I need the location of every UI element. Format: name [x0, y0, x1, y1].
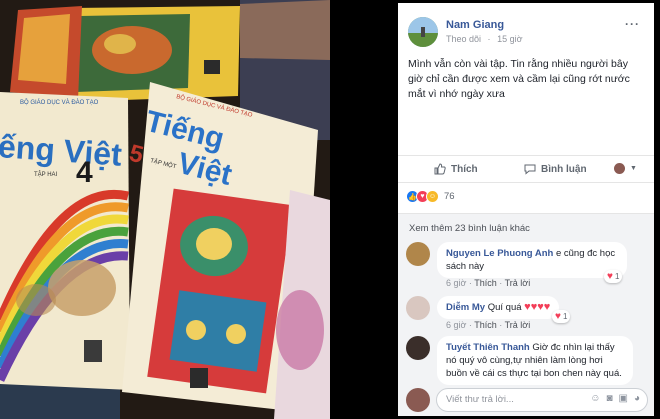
comment-item: Tuyết Thiên Thanh Giờ đc nhìn lại thấy n… — [406, 336, 646, 386]
commenter-avatar[interactable] — [406, 296, 430, 320]
comment-like-link[interactable]: Thích — [474, 320, 497, 330]
love-reaction-icon: ♥ — [555, 310, 561, 322]
comment-label: Bình luận — [541, 163, 587, 175]
post-time[interactable]: 15 giờ — [497, 34, 522, 44]
reaction-count: 76 — [444, 191, 455, 202]
more-options-icon[interactable]: ··· — [625, 17, 640, 31]
haha-reaction-icon: ☺ — [426, 190, 439, 203]
comment-bubble: Nguyen Le Phuong Anh e cũng đc học sách … — [437, 242, 627, 278]
author-name[interactable]: Nam Giang — [446, 19, 504, 31]
emoji-icon[interactable]: ☺ — [590, 393, 600, 404]
book4-publisher: BỘ GIÁO DỤC VÀ ĐÀO TẠO — [20, 99, 99, 106]
comment-time[interactable]: 6 giờ — [446, 278, 466, 288]
follow-link[interactable]: Theo dõi — [446, 34, 481, 44]
current-user-avatar — [406, 388, 430, 412]
commenter-name[interactable]: Diễm My — [446, 302, 485, 313]
post-meta: Theo dõi · 15 giờ — [446, 34, 522, 44]
comment-reply-link[interactable]: Trả lời — [505, 320, 531, 330]
view-more-comments-link[interactable]: Xem thêm 23 bình luận khác — [409, 223, 530, 234]
commenter-avatar[interactable] — [406, 242, 430, 266]
comment-text: Quí quá — [487, 302, 522, 313]
comment-reaction-badge[interactable]: ♥ 1 — [552, 310, 571, 323]
comment-hearts: ♥♥♥♥ — [524, 301, 551, 313]
reaction-selector[interactable]: ▼ — [614, 163, 637, 174]
camera-icon[interactable]: ◙ — [606, 393, 612, 404]
gif-icon[interactable]: ▣ — [619, 393, 628, 404]
comment-reply-link[interactable]: Trả lời — [505, 278, 531, 288]
author-avatar[interactable] — [408, 17, 438, 47]
author-avatar-image — [408, 17, 438, 47]
comment-reaction-count: 1 — [562, 312, 568, 321]
comment-bubble: Tuyết Thiên Thanh Giờ đc nhìn lại thấy n… — [437, 336, 633, 385]
reaction-summary[interactable]: 👍 ♥ ☺ 76 — [406, 190, 455, 203]
comment-meta: 6 giờ · Thích · Trả lời — [446, 320, 531, 330]
book4-number: 4 — [76, 156, 93, 189]
commenter-avatar[interactable] — [406, 336, 430, 360]
post-actions: Thích Bình luận ▼ — [398, 155, 654, 183]
sticker-icon[interactable]: ◕ — [634, 393, 640, 404]
meta-separator: · — [487, 34, 491, 44]
comment-like-link[interactable]: Thích — [474, 278, 497, 288]
commenter-name[interactable]: Tuyết Thiên Thanh — [446, 342, 530, 353]
thumbs-up-icon — [434, 163, 446, 175]
post-photo[interactable]: BỘ GIÁO DỤC VÀ ĐÀO TẠO ếng Việt 4 TẬP HA… — [0, 0, 330, 419]
post-header: Nam Giang Theo dõi · 15 giờ ··· — [408, 15, 644, 49]
love-reaction-icon: ♥ — [607, 270, 613, 282]
book4-volume: TẬP HAI — [34, 171, 58, 178]
comment-item: Diễm My Quí quá ♥♥♥♥ ♥ 1 6 giờ · Thích ·… — [406, 296, 646, 336]
comments-section: Xem thêm 23 bình luận khác Nguyen Le Phu… — [398, 213, 654, 416]
textbooks-photo: BỘ GIÁO DỤC VÀ ĐÀO TẠO ếng Việt 4 TẬP HA… — [0, 0, 330, 419]
comment-meta: 6 giờ · Thích · Trả lời — [446, 278, 531, 288]
chevron-down-icon: ▼ — [630, 165, 637, 172]
comment-time[interactable]: 6 giờ — [446, 320, 466, 330]
reply-box: Viết thư trả lời... ☺ ◙ ▣ ◕ — [406, 388, 648, 412]
reply-tools: ☺ ◙ ▣ ◕ — [590, 393, 640, 404]
commenter-name[interactable]: Nguyen Le Phuong Anh — [446, 248, 553, 259]
like-button[interactable]: Thích — [434, 163, 478, 175]
comment-icon — [524, 164, 536, 175]
page-avatar-icon — [614, 163, 625, 174]
facebook-photo-viewer: BỘ GIÁO DỤC VÀ ĐÀO TẠO ếng Việt 4 TẬP HA… — [0, 0, 660, 419]
post-panel: Nam Giang Theo dõi · 15 giờ ··· Mình vẫn… — [398, 3, 654, 416]
post-text: Mình vẫn còn vài tập. Tin rằng nhiều ngư… — [408, 58, 630, 100]
comment-button[interactable]: Bình luận — [524, 163, 587, 175]
comment-reaction-badge[interactable]: ♥ 1 — [604, 270, 623, 283]
like-label: Thích — [451, 163, 478, 175]
comment-item: Nguyen Le Phuong Anh e cũng đc học sách … — [406, 242, 646, 290]
comment-bubble: Diễm My Quí quá ♥♥♥♥ — [437, 296, 560, 319]
comment-reaction-count: 1 — [614, 272, 620, 281]
